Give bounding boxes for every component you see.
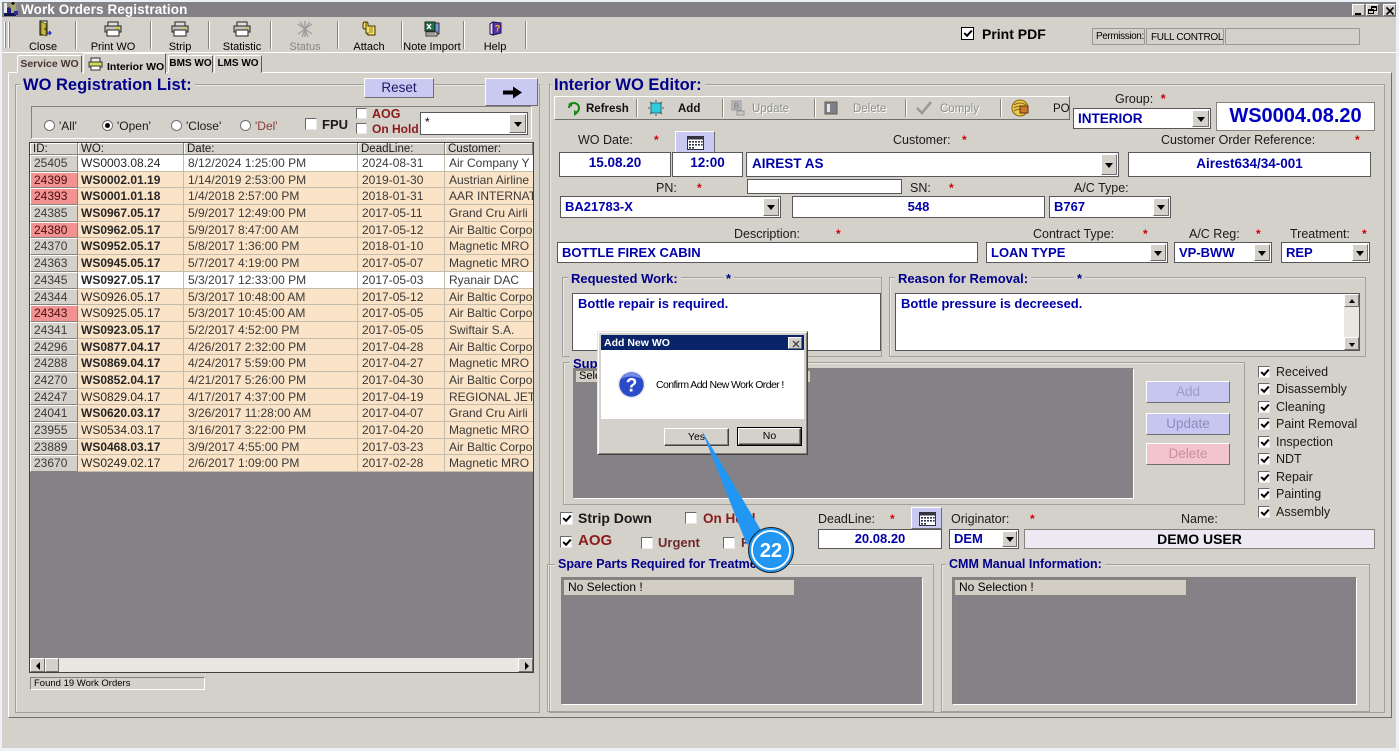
svg-text:22: 22 [760, 540, 782, 562]
